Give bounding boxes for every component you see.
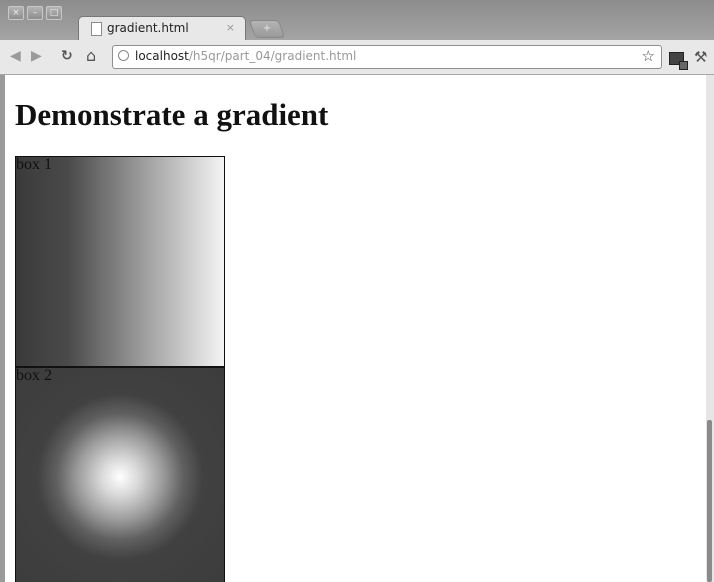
forward-arrow-icon[interactable]: ▶ bbox=[31, 47, 42, 65]
page-heading: Demonstrate a gradient bbox=[15, 97, 329, 132]
linear-gradient-box: box 1 bbox=[15, 156, 225, 367]
window-close-button[interactable]: × bbox=[8, 6, 24, 20]
globe-icon bbox=[118, 50, 129, 61]
window-maximize-button[interactable]: □ bbox=[46, 6, 62, 20]
url-text: localhost/h5qr/part_04/gradient.html bbox=[135, 49, 356, 63]
reload-icon[interactable]: ↻ bbox=[61, 47, 73, 65]
url-host: localhost bbox=[135, 49, 189, 63]
wrench-icon[interactable]: ⚒ bbox=[694, 48, 707, 66]
window-titlebar: × – □ gradient.html × + bbox=[0, 0, 714, 41]
box-2-label: box 2 bbox=[16, 367, 52, 384]
new-tab-button[interactable]: + bbox=[248, 20, 286, 38]
radial-gradient-box: box 2 bbox=[15, 367, 225, 582]
page-icon bbox=[91, 22, 102, 36]
home-icon[interactable]: ⌂ bbox=[86, 47, 96, 65]
back-arrow-icon[interactable]: ◀ bbox=[10, 47, 21, 65]
address-bar[interactable]: localhost/h5qr/part_04/gradient.html ☆ bbox=[112, 45, 662, 69]
url-path: /h5qr/part_04/gradient.html bbox=[188, 49, 357, 63]
box-1-label: box 1 bbox=[16, 156, 52, 173]
scrollbar-thumb[interactable] bbox=[707, 420, 712, 582]
browser-tab[interactable]: gradient.html × bbox=[78, 16, 246, 41]
star-icon[interactable]: ☆ bbox=[642, 47, 655, 65]
page-menu-icon[interactable] bbox=[669, 52, 688, 70]
vertical-scrollbar[interactable] bbox=[706, 75, 714, 582]
new-tab-icon: + bbox=[262, 23, 272, 34]
window-controls: × – □ bbox=[8, 6, 62, 20]
window-minimize-button[interactable]: – bbox=[27, 6, 43, 20]
tab-title: gradient.html bbox=[107, 21, 189, 35]
tab-close-icon[interactable]: × bbox=[226, 21, 235, 34]
page-viewport: Demonstrate a gradient box 1 box 2 bbox=[5, 75, 706, 582]
browser-toolbar: ◀ ▶ ↻ ⌂ localhost/h5qr/part_04/gradient.… bbox=[0, 40, 714, 75]
